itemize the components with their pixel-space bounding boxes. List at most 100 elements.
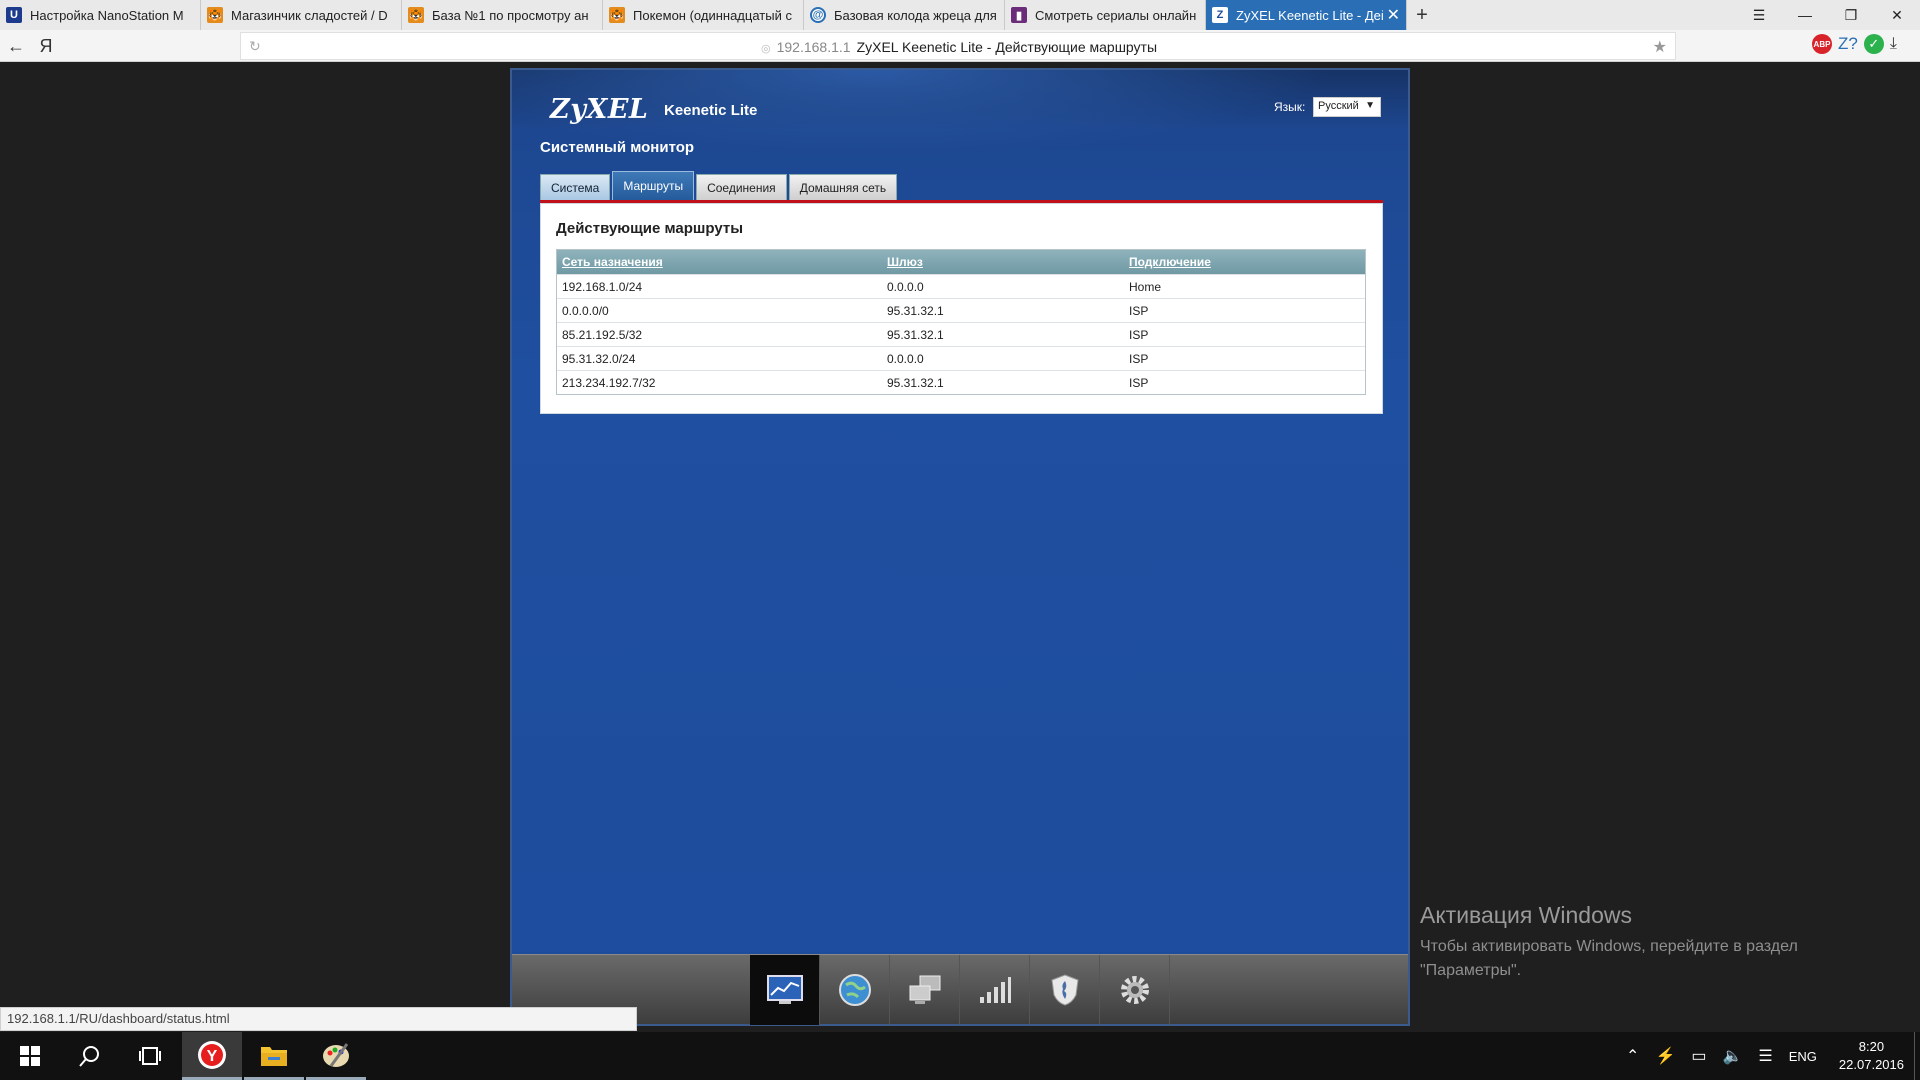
task-view-icon[interactable]	[120, 1032, 180, 1080]
menu-icon[interactable]: ☰	[1736, 0, 1782, 30]
check-extension-icon[interactable]: ✓	[1863, 34, 1884, 54]
show-desktop-button[interactable]	[1914, 1032, 1920, 1080]
cell-destination: 192.168.1.0/24	[562, 280, 643, 294]
header-gateway[interactable]: Шлюз	[887, 255, 923, 269]
browser-tab[interactable]: 🐯 База №1 по просмотру ан	[402, 0, 603, 30]
reload-icon[interactable]: ↻	[249, 38, 261, 55]
clock-time: 8:20	[1858, 1039, 1885, 1054]
url-field[interactable]: ↻ ◎ 192.168.1.1 ZyXEL Keenetic Lite - Дейс…	[240, 32, 1676, 60]
cell-connection: ISP	[1129, 352, 1149, 366]
router-page: ZyXEL Keenetic Lite Язык: Русский ▼ Сист…	[510, 68, 1410, 1026]
signal-bars-icon[interactable]	[960, 955, 1030, 1025]
header-connection[interactable]: Подключение	[1129, 255, 1211, 269]
clock[interactable]: 8:20 22.07.2016	[1839, 1038, 1904, 1074]
tab-title: Базовая колода жреца для	[834, 7, 997, 23]
shield-icon[interactable]	[1030, 955, 1100, 1025]
address-bar: ← Я ↻ ◎ 192.168.1.1 ZyXEL Keenetic Lite - …	[0, 30, 1920, 62]
tab-connections[interactable]: Соединения	[696, 174, 787, 200]
file-explorer-icon[interactable]	[244, 1032, 304, 1080]
browser-tab[interactable]: 🐯 Магазинчик сладостей / D	[201, 0, 402, 30]
system-tray: ⌃ ⚡ ▭ 🔈 ☰ ENG 8:20 22.07.2016	[1618, 1032, 1920, 1080]
browser-tab-active[interactable]: Z ZyXEL Keenetic Lite - Дей ✕	[1206, 0, 1407, 30]
new-tab-button[interactable]: +	[1407, 0, 1437, 30]
svg-text:Y: Y	[207, 1048, 218, 1065]
clock-date: 22.07.2016	[1838, 1057, 1904, 1072]
tiger-icon: 🐯	[408, 7, 424, 23]
chevron-up-icon[interactable]: ⌃	[1626, 1046, 1639, 1066]
zyxel-icon: Z	[1212, 7, 1228, 23]
globe-icon[interactable]	[820, 955, 890, 1025]
site-info-icon[interactable]: ◎	[761, 43, 771, 55]
cell-destination: 213.234.192.7/32	[562, 376, 656, 390]
cell-destination: 0.0.0.0/0	[562, 304, 609, 318]
extensions: ABP Z? ✓ ⤓	[1812, 34, 1897, 54]
header-destination[interactable]: Сеть назначения	[562, 255, 663, 269]
routes-table: Сеть назначения Шлюз Подключение 192.168…	[556, 249, 1366, 395]
minimize-icon[interactable]: —	[1782, 0, 1828, 30]
search-icon[interactable]	[60, 1032, 120, 1080]
url-host: 192.168.1.1	[776, 39, 851, 55]
table-row: 0.0.0.0/0 95.31.32.1 ISP	[557, 298, 1365, 322]
bookmark-star-icon[interactable]: ★	[1653, 37, 1667, 57]
cell-destination: 85.21.192.5/32	[562, 328, 643, 342]
router-bottom-nav	[512, 954, 1408, 1025]
cell-connection: Home	[1129, 280, 1162, 294]
browser-tab[interactable]: @ Базовая колода жреца для	[804, 0, 1005, 30]
browser-tab-strip: U Настройка NanoStation M 🐯 Магазинчик с…	[0, 0, 1920, 30]
spiral-icon: @	[810, 7, 826, 23]
url-text: ◎ 192.168.1.1 ZyXEL Keenetic Lite - Действ…	[761, 39, 1157, 55]
panel-title: Действующие маршруты	[556, 220, 744, 237]
tiger-icon: 🐯	[609, 7, 625, 23]
close-tab-icon[interactable]: ✕	[1387, 5, 1400, 25]
browser-tab[interactable]: ▮ Смотреть сериалы онлайн	[1005, 0, 1206, 30]
table-row: 192.168.1.0/24 0.0.0.0 Home	[557, 274, 1365, 298]
cell-gateway: 0.0.0.0	[887, 280, 924, 294]
start-windows-icon[interactable]	[0, 1032, 60, 1080]
table-row: 95.31.32.0/24 0.0.0.0 ISP	[557, 346, 1365, 370]
table-row: 213.234.192.7/32 95.31.32.1 ISP	[557, 370, 1365, 394]
browser-tab[interactable]: 🐯 Покемон (одиннадцатый с	[603, 0, 804, 30]
restore-icon[interactable]: ❐	[1828, 0, 1874, 30]
tab-routes[interactable]: Маршруты	[612, 171, 695, 200]
network-disconnected-icon[interactable]: ⚡	[1655, 1046, 1675, 1066]
adblock-icon[interactable]: ABP	[1812, 34, 1832, 54]
network-computers-icon[interactable]	[890, 955, 960, 1025]
yandex-logo-icon[interactable]: Я	[36, 34, 56, 58]
ubiquiti-icon: U	[6, 7, 22, 23]
gear-icon[interactable]	[1100, 955, 1170, 1025]
dropdown-arrow-icon: ▼	[1365, 100, 1375, 111]
paint-app-icon[interactable]	[306, 1032, 366, 1080]
language-value: Русский	[1318, 100, 1359, 112]
cell-destination: 95.31.32.0/24	[562, 352, 636, 366]
cell-connection: ISP	[1129, 328, 1149, 342]
activation-line-1: Чтобы активировать Windows, перейдите в …	[1420, 938, 1798, 955]
tab-title: Смотреть сериалы онлайн	[1035, 7, 1197, 23]
activation-title: Активация Windows	[1420, 902, 1632, 928]
language-select[interactable]: Русский ▼	[1313, 97, 1381, 117]
book-icon: ▮	[1011, 7, 1027, 23]
tab-title: Покемон (одиннадцатый с	[633, 7, 792, 23]
browser-tab[interactable]: U Настройка NanoStation M	[0, 0, 201, 30]
cell-gateway: 95.31.32.1	[887, 304, 944, 318]
tab-home-network[interactable]: Домашняя сеть	[788, 174, 898, 200]
table-row: 85.21.192.5/32 95.31.32.1 ISP	[557, 322, 1365, 346]
monitor-icon[interactable]: ▭	[1691, 1046, 1706, 1066]
tiger-icon: 🐯	[207, 7, 223, 23]
zen-extension-icon[interactable]: Z?	[1838, 34, 1858, 54]
volume-icon[interactable]: 🔈	[1722, 1046, 1742, 1066]
status-bar-url: 192.168.1.1/RU/dashboard/status.html	[0, 1007, 637, 1031]
download-icon[interactable]: ⤓	[1890, 35, 1897, 53]
notifications-icon[interactable]: ☰	[1758, 1046, 1772, 1066]
back-arrow-icon[interactable]: ←	[4, 34, 28, 58]
cell-gateway: 95.31.32.1	[887, 328, 944, 342]
close-window-icon[interactable]: ✕	[1874, 0, 1920, 30]
page-title: Системный монитор	[540, 139, 695, 156]
activation-line-2: "Параметры".	[1420, 962, 1522, 979]
yandex-browser-icon[interactable]: Y	[182, 1032, 242, 1080]
page-title-in-url: ZyXEL Keenetic Lite - Действующие маршру…	[856, 39, 1158, 55]
language-label: Язык:	[1274, 100, 1306, 114]
zyxel-logo: ZyXEL	[550, 94, 649, 125]
tab-system[interactable]: Система	[540, 174, 611, 200]
monitor-chart-icon[interactable]	[750, 955, 820, 1025]
language-indicator[interactable]: ENG	[1789, 1049, 1817, 1064]
